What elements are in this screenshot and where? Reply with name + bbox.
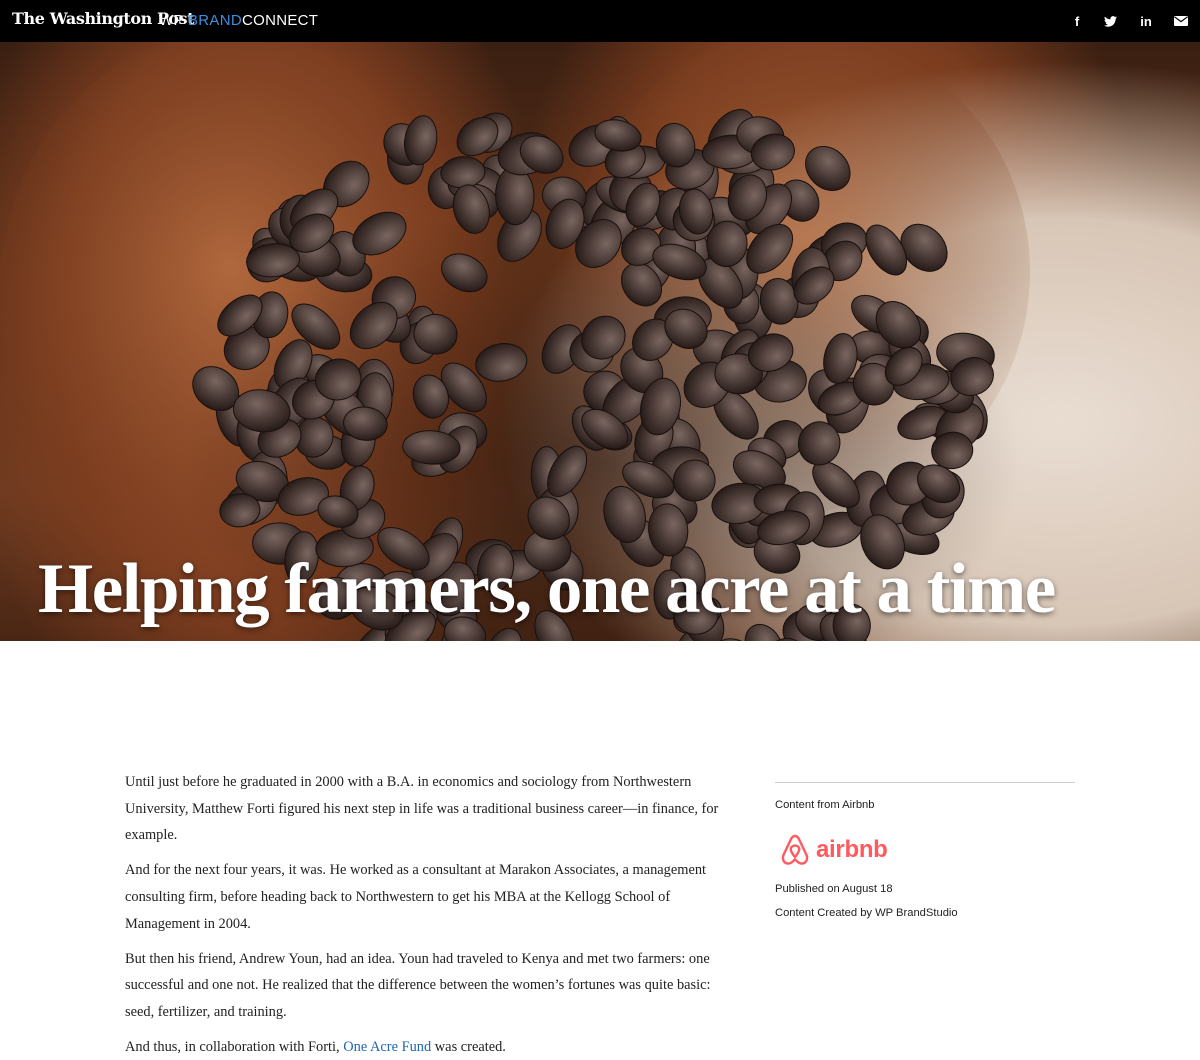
email-share-button[interactable] — [1170, 0, 1192, 42]
article-paragraph-4: And thus, in collaboration with Forti, O… — [125, 1034, 735, 1060]
email-icon — [1174, 16, 1188, 26]
content-from-label: Content from Airbnb — [775, 799, 875, 811]
top-navigation-bar: The Washington Post WP BRANDCONNECT f in — [0, 0, 1200, 42]
twitter-share-button[interactable] — [1099, 0, 1121, 42]
facebook-share-button[interactable]: f — [1066, 0, 1088, 42]
airbnb-belo-icon — [780, 833, 810, 867]
hero-headline: Helping farmers, one acre at a time — [38, 550, 1056, 628]
one-acre-fund-link[interactable]: One Acre Fund — [343, 1039, 431, 1055]
sponsor-sidebar: Content from Airbnb airbnb Published on … — [775, 782, 1075, 919]
article-paragraph-2: And for the next four years, it was. He … — [125, 862, 707, 932]
wp-brandconnect-logo[interactable]: WP BRANDCONNECT — [159, 12, 318, 29]
brand-brand-text: BRAND — [187, 12, 242, 29]
paragraph-4-intro: And thus, in collaboration with Forti, — [125, 1039, 344, 1056]
facebook-icon: f — [1074, 13, 1080, 29]
airbnb-logo[interactable]: airbnb — [780, 833, 888, 867]
article-paragraph-1: Until just before he graduated in 2000 w… — [125, 774, 719, 844]
published-date: Published on August 18 — [775, 883, 893, 895]
article-paragraph-3: But then his friend, Andrew Youn, had an… — [125, 950, 711, 1020]
linkedin-icon: in — [1140, 13, 1152, 29]
brand-connect-text: CONNECT — [241, 12, 319, 29]
linkedin-share-button[interactable]: in — [1135, 0, 1157, 42]
article-body: Until just before he graduated in 2000 w… — [125, 769, 735, 1060]
hero-image: Helping farmers, one acre at a time — [0, 42, 1200, 641]
brand-wp-text: WP — [159, 12, 184, 29]
airbnb-wordmark: airbnb — [816, 836, 888, 863]
paragraph-4-end: was created. — [431, 1039, 506, 1056]
content-created-by: Content Created by WP BrandStudio — [775, 907, 958, 919]
twitter-icon — [1103, 15, 1117, 27]
